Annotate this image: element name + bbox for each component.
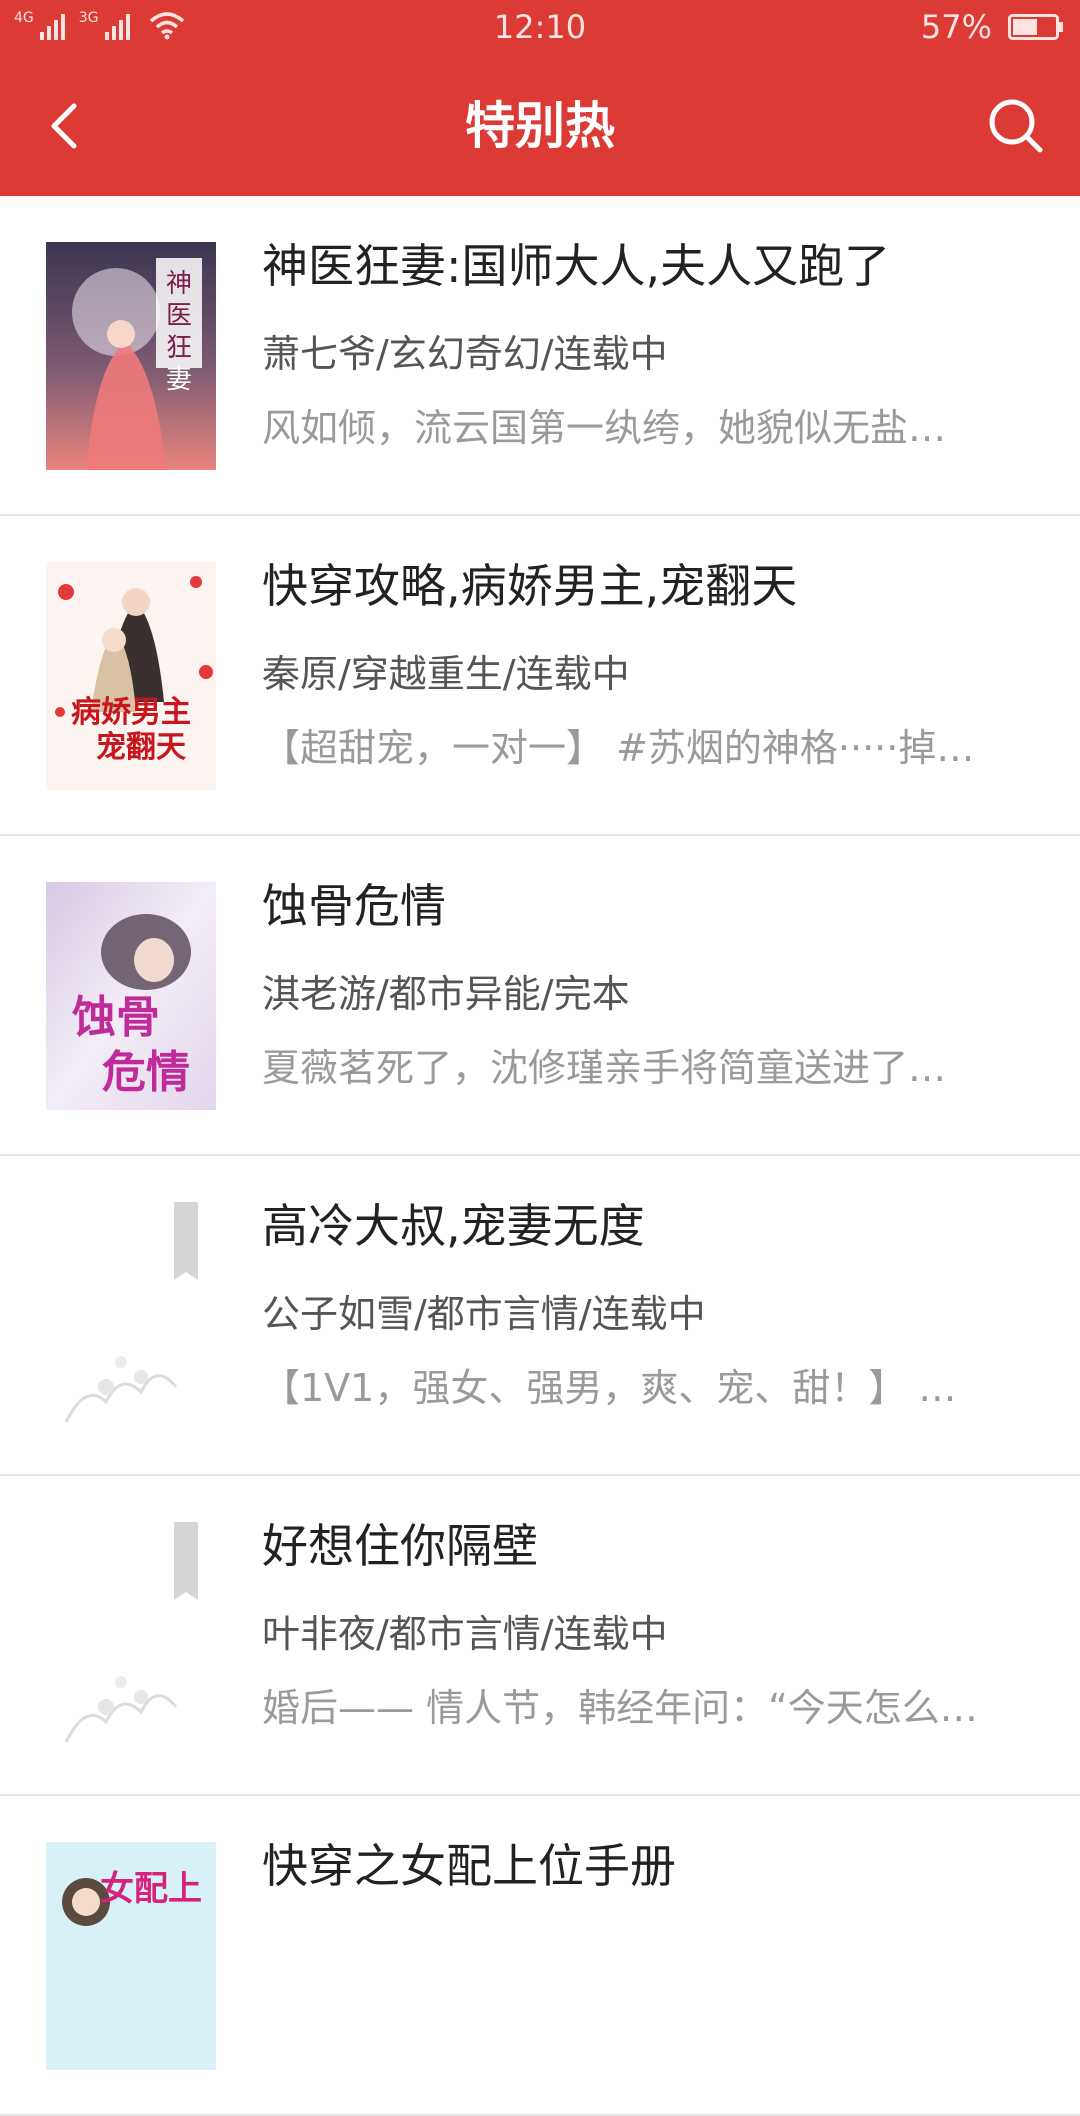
battery-status: 57% bbox=[921, 8, 1064, 46]
book-description: 风如倾，流云国第一纨绔，她貌似无盐… bbox=[262, 406, 947, 450]
book-title: 快穿攻略,病娇男主,宠翻天 bbox=[262, 559, 798, 613]
book-title: 好想住你隔壁 bbox=[262, 1519, 538, 1573]
page-title: 特别热 bbox=[465, 97, 615, 155]
book-title: 蚀骨危情 bbox=[262, 879, 446, 933]
book-list-item[interactable]: 神 医 狂 妻 神医狂妻:国师大人,夫人又跑了 萧七爷/玄幻奇幻/连载中 风如倾… bbox=[0, 196, 1080, 516]
book-cover-image[interactable]: 病娇男主 宠翻天 bbox=[46, 562, 216, 790]
book-meta: 公子如雪/都市言情/连载中 bbox=[262, 1292, 706, 1336]
book-meta: 叶非夜/都市言情/连载中 bbox=[262, 1612, 668, 1656]
app-header: 特别热 bbox=[0, 56, 1080, 196]
book-list-item[interactable]: 女配上 快穿之女配上位手册 bbox=[0, 1796, 1080, 2116]
svg-text:医: 医 bbox=[166, 301, 192, 331]
svg-text:蚀骨: 蚀骨 bbox=[72, 992, 160, 1043]
book-cover-image[interactable]: 蚀骨 危情 bbox=[46, 882, 216, 1110]
book-cover-image[interactable]: 女配上 bbox=[46, 1842, 216, 2070]
svg-text:女配上: 女配上 bbox=[100, 1869, 202, 1909]
placeholder-cover-image[interactable] bbox=[46, 1522, 216, 1750]
book-description: 夏薇茗死了，沈修瑾亲手将简童送进了… bbox=[262, 1046, 947, 1090]
book-title: 神医狂妻:国师大人,夫人又跑了 bbox=[262, 239, 891, 293]
book-meta: 秦原/穿越重生/连载中 bbox=[262, 652, 630, 696]
svg-text:危情: 危情 bbox=[102, 1047, 190, 1098]
status-time: 12:10 bbox=[493, 8, 587, 46]
book-meta: 淇老游/都市异能/完本 bbox=[262, 972, 630, 1016]
search-button[interactable] bbox=[984, 94, 1048, 158]
battery-percent: 57% bbox=[920, 8, 992, 46]
svg-text:宠翻天: 宠翻天 bbox=[96, 730, 186, 765]
svg-text:妻: 妻 bbox=[166, 365, 192, 395]
status-bar: 4G 3G 12:10 57% bbox=[0, 0, 1080, 56]
book-description: 【1V1，强女、强男，爽、宠、甜！】 … bbox=[262, 1366, 957, 1410]
placeholder-cover-image[interactable] bbox=[46, 1202, 216, 1430]
battery-icon bbox=[1008, 14, 1063, 40]
book-list-item[interactable]: 好想住你隔壁 叶非夜/都市言情/连载中 婚后—— 情人节，韩经年问：“今天怎么… bbox=[0, 1476, 1080, 1796]
book-description: 婚后—— 情人节，韩经年问：“今天怎么… bbox=[262, 1686, 978, 1730]
book-list-item[interactable]: 高冷大叔,宠妻无度 公子如雪/都市言情/连载中 【1V1，强女、强男，爽、宠、甜… bbox=[0, 1156, 1080, 1476]
book-title: 快穿之女配上位手册 bbox=[262, 1839, 676, 1893]
book-list-item[interactable]: 病娇男主 宠翻天 快穿攻略,病娇男主,宠翻天 秦原/穿越重生/连载中 【超甜宠，… bbox=[0, 516, 1080, 836]
book-title: 高冷大叔,宠妻无度 bbox=[262, 1199, 645, 1253]
book-list: 神 医 狂 妻 神医狂妻:国师大人,夫人又跑了 萧七爷/玄幻奇幻/连载中 风如倾… bbox=[0, 196, 1080, 2116]
svg-text:病娇男主: 病娇男主 bbox=[71, 695, 191, 730]
book-description: 【超甜宠，一对一】 #苏烟的神格·····掉… bbox=[262, 726, 975, 770]
book-list-item[interactable]: 蚀骨 危情 蚀骨危情 淇老游/都市异能/完本 夏薇茗死了，沈修瑾亲手将简童送进了… bbox=[0, 836, 1080, 1156]
svg-text:神: 神 bbox=[166, 269, 192, 299]
svg-text:狂: 狂 bbox=[166, 333, 192, 363]
book-meta: 萧七爷/玄幻奇幻/连载中 bbox=[262, 332, 668, 376]
book-cover-image[interactable]: 神 医 狂 妻 bbox=[46, 242, 216, 470]
